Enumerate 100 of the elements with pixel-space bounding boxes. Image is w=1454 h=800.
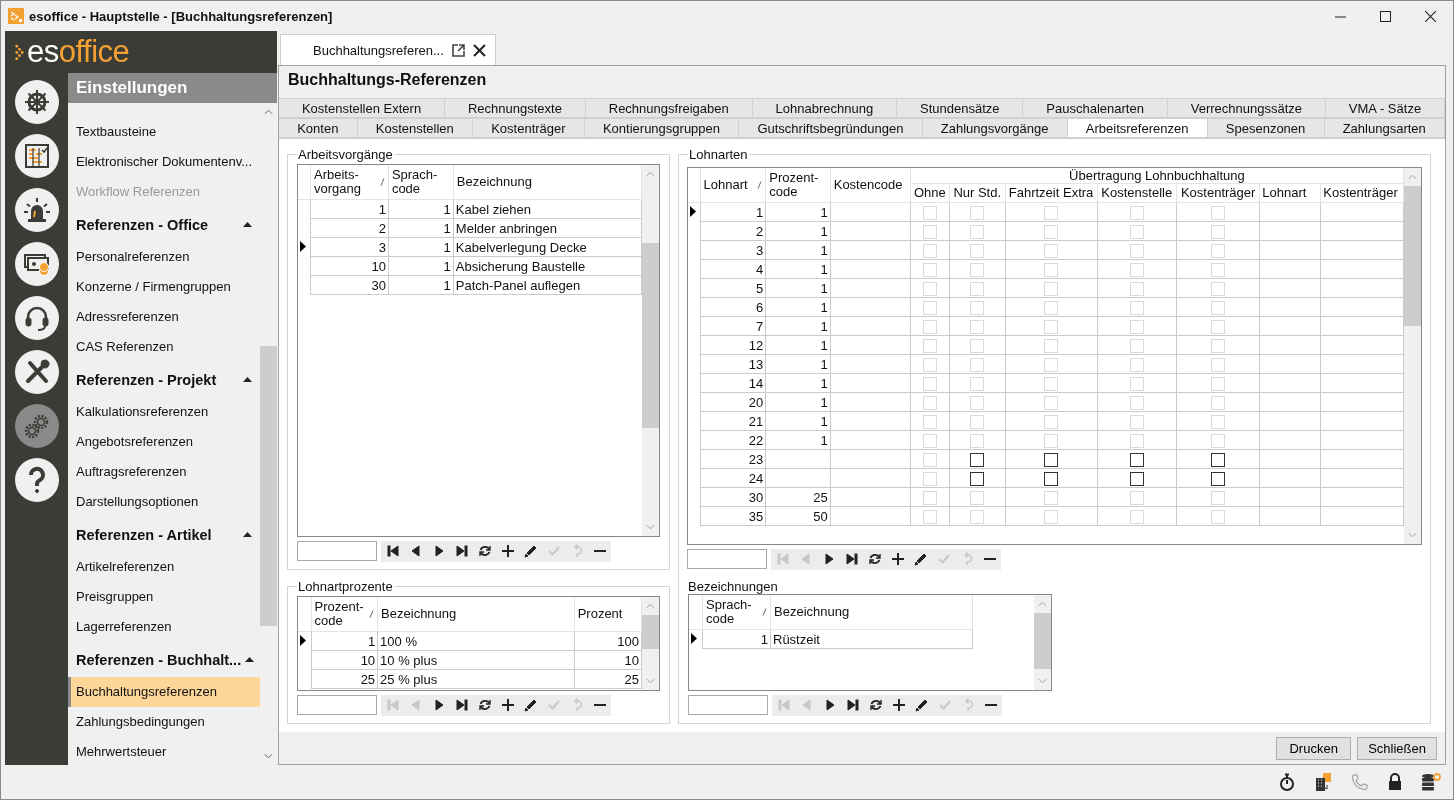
table-cell: 50	[813, 508, 828, 524]
menu-item[interactable]: Artikelreferenzen	[68, 552, 260, 582]
table-cell: 1	[378, 201, 386, 217]
table-cell: 25 % plus	[380, 671, 438, 687]
table-cell: 10	[624, 652, 639, 668]
tab[interactable]: Arbeitsreferenzen	[1067, 118, 1208, 138]
column-header[interactable]: Lohnart	[700, 168, 766, 203]
table-cell: Patch-Panel auflegen	[455, 277, 581, 293]
column-header[interactable]: Bezeichnung	[377, 597, 575, 632]
table-cell: 1	[820, 280, 828, 296]
table-cell: 10	[371, 258, 386, 274]
table-cell: 12	[748, 337, 764, 353]
group-title: Bezeichnungen	[688, 579, 778, 594]
table-cell: 1	[443, 277, 451, 293]
column-header[interactable]: Prozent	[574, 597, 642, 632]
tab[interactable]: Verrechnungssätze	[1167, 98, 1326, 118]
column-header[interactable]: Arbeits- vorgang	[310, 165, 389, 200]
menu-item[interactable]: Zahlungsbedingungen	[68, 707, 260, 737]
menu-item[interactable]: CAS Referenzen	[68, 332, 260, 362]
column-header[interactable]: Kostenstelle	[1101, 185, 1173, 201]
tab-label: Buchhaltungsreferen...	[313, 42, 444, 58]
table-cell: 1	[760, 631, 768, 647]
group-title: Referenzen - Buchhalt...	[76, 651, 242, 668]
table-cell: 6	[756, 299, 764, 315]
column-header[interactable]: Bezeichnung	[770, 595, 973, 630]
tab[interactable]: Kontierungsgruppen	[584, 118, 740, 138]
table-cell: 1	[443, 201, 451, 217]
table-cell: 1	[820, 299, 828, 315]
menu-item[interactable]: Kalkulationsreferenzen	[68, 397, 260, 427]
column-header[interactable]: Sprach- code	[388, 165, 454, 200]
column-header[interactable]: Kostenträger	[1180, 185, 1256, 201]
table-cell: Melder anbringen	[455, 220, 557, 236]
window-title: esoffice - Hauptstelle - [Buchhaltungsreferenzen]	[29, 8, 333, 24]
tab[interactable]: Spesenzonen	[1207, 118, 1325, 138]
tab[interactable]: Gutschriftsbegründungen	[739, 118, 923, 138]
tab[interactable]: Kostenstellen Extern	[279, 98, 446, 118]
tab[interactable]: Rechnungsfreigaben	[585, 98, 753, 118]
tab[interactable]: Zahlungsvorgänge	[922, 118, 1068, 138]
table-cell: 1	[820, 413, 828, 429]
table-cell: 1	[820, 337, 828, 353]
column-header[interactable]: Nur Std.	[953, 185, 1002, 201]
menu-item[interactable]: Preisgruppen	[68, 582, 260, 612]
tab[interactable]: Stundensätze	[897, 98, 1024, 118]
menu-item[interactable]: Adressreferenzen	[68, 302, 260, 332]
menu-item[interactable]: Auftragsreferenzen	[68, 457, 260, 487]
table-cell: 25	[813, 489, 828, 505]
tab[interactable]: Konten	[279, 118, 358, 138]
table-cell: 23	[748, 451, 764, 467]
column-header[interactable]: Prozent- code	[765, 168, 831, 203]
menu-item[interactable]: Lagerreferenzen	[68, 612, 260, 642]
table-cell: 14	[748, 375, 764, 391]
table-cell: 13	[748, 356, 764, 372]
table-cell: 20	[748, 394, 764, 410]
column-header[interactable]: Fahrtzeit Extra	[1008, 185, 1094, 201]
menu-item[interactable]: Textbausteine	[68, 117, 260, 147]
menu-item[interactable]: Darstellungsoptionen	[68, 487, 260, 517]
menu-item[interactable]: Konzerne / Firmengruppen	[68, 272, 260, 302]
section-header: Einstellungen	[68, 73, 277, 103]
menu-item[interactable]: Elektronischer Dokumentenv...	[68, 147, 260, 177]
column-header[interactable]: Bezeichnung	[453, 165, 642, 200]
table-cell: 1	[820, 318, 828, 334]
menu-item[interactable]: Angebotsreferenzen	[68, 427, 260, 457]
tab[interactable]: Pauschalenarten	[1023, 98, 1168, 118]
table-cell: 100	[617, 633, 639, 649]
dialog-button[interactable]: Drucken	[1276, 736, 1352, 760]
column-header[interactable]: Sprach- code	[702, 595, 771, 630]
table-cell: 3	[756, 242, 764, 258]
table-cell: 1	[820, 242, 828, 258]
group-title: Lohnarten	[688, 147, 749, 162]
tab[interactable]: Rechnungstexte	[445, 98, 586, 118]
menu-item[interactable]: Mehrwertsteuer	[68, 737, 260, 765]
table-cell: 2	[756, 223, 764, 239]
dialog-button[interactable]: Schließen	[1357, 736, 1437, 760]
tab[interactable]: Lohnabrechnung	[752, 98, 898, 118]
column-header[interactable]: Kostencode	[830, 168, 911, 203]
table-cell: 3	[378, 239, 386, 255]
table-cell: 100 %	[380, 633, 417, 649]
table-cell: 1	[820, 432, 828, 448]
tab[interactable]: VMA - Sätze	[1325, 98, 1446, 118]
tab[interactable]: Kostenträger	[473, 118, 585, 138]
table-cell: 30	[371, 277, 386, 293]
table-cell: 2	[378, 220, 386, 236]
table-cell: 1	[820, 261, 828, 277]
tab[interactable]: Zahlungsarten	[1324, 118, 1445, 138]
menu-item[interactable]: Buchhaltungsreferenzen	[68, 677, 260, 707]
logo-text: esoffice	[27, 34, 130, 70]
table-cell: Kabelverlegung Decke	[455, 239, 587, 255]
group-title: Referenzen - Projekt	[76, 371, 217, 388]
tab[interactable]: Kostenstellen	[357, 118, 473, 138]
column-header[interactable]: Lohnart	[1262, 185, 1307, 201]
column-header[interactable]: Prozent- code	[311, 597, 378, 632]
table-cell: 10 % plus	[380, 652, 438, 668]
menu-item[interactable]: Personalreferenzen	[68, 242, 260, 272]
table-cell: 1	[820, 375, 828, 391]
column-header[interactable]: Ohne	[913, 185, 946, 201]
group-title: Referenzen - Artikel	[76, 526, 212, 543]
document-tab[interactable]: Buchhaltungsreferen...	[280, 34, 496, 65]
table-cell: 1	[820, 394, 828, 410]
table-cell: 1	[443, 220, 451, 236]
column-header[interactable]: Kostenträger	[1323, 185, 1398, 201]
